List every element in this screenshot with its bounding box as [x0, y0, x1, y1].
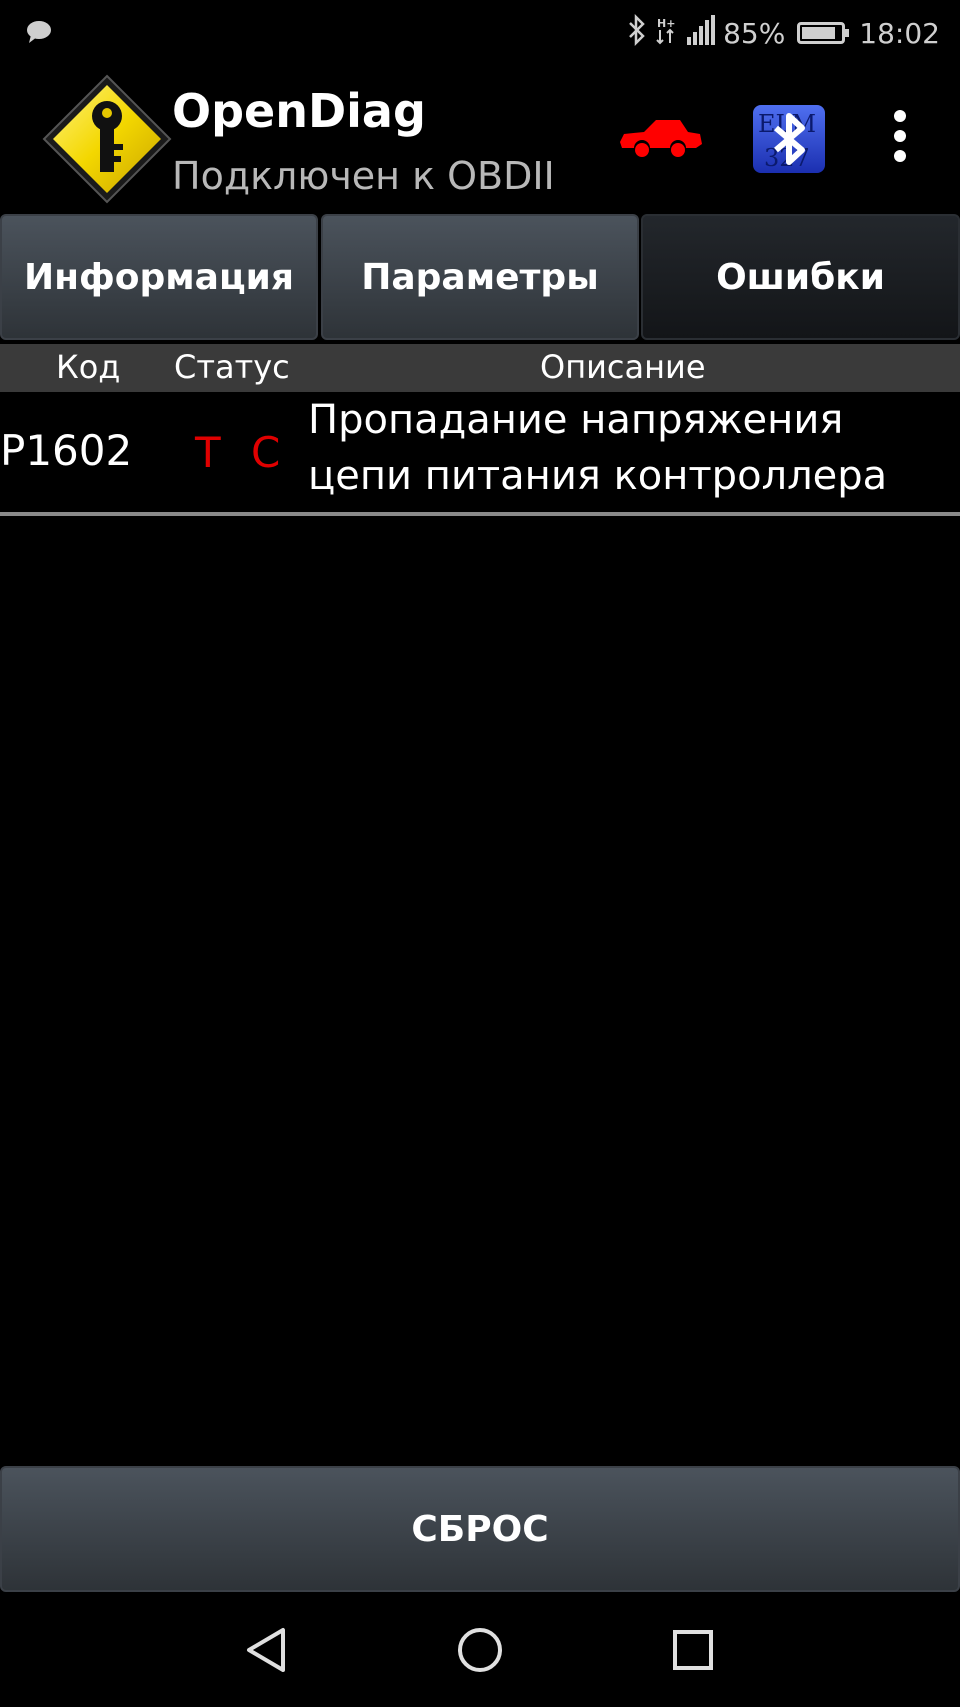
clock: 18:02: [859, 16, 940, 50]
tab-parameters[interactable]: Параметры: [321, 214, 639, 340]
battery-percent: 85%: [723, 16, 786, 50]
row-divider: [0, 512, 960, 516]
table-row[interactable]: P1602 T C Пропадание напряжения цепи пит…: [0, 392, 960, 512]
tab-bar: Информация Параметры Ошибки: [0, 212, 960, 342]
svg-text:H+: H+: [657, 17, 675, 30]
connection-status: Подключен к OBDII: [172, 154, 555, 198]
overflow-menu-icon[interactable]: [880, 108, 920, 164]
bluetooth-icon: [627, 13, 647, 53]
tab-information[interactable]: Информация: [0, 214, 318, 340]
back-icon[interactable]: [229, 1612, 305, 1688]
status-bar: H+ 85% 18:02: [0, 0, 960, 66]
column-header-status: Статус: [174, 348, 290, 386]
signal-icon: [687, 14, 716, 52]
home-icon[interactable]: [442, 1612, 518, 1688]
network-type-icon: H+: [655, 14, 679, 53]
error-code: P1602: [0, 426, 133, 475]
battery-fill: [802, 27, 835, 39]
column-header-code: Код: [56, 348, 121, 386]
error-status-flag: T: [195, 428, 221, 477]
car-icon[interactable]: [616, 114, 706, 160]
column-header-description: Описание: [540, 348, 706, 386]
battery-icon: [797, 22, 850, 44]
elm327-bluetooth-icon[interactable]: ELM 327: [752, 104, 826, 174]
reset-button[interactable]: СБРОС: [0, 1466, 960, 1592]
error-description-line: цепи питания контроллера: [308, 453, 888, 499]
navigation-bar: [0, 1592, 960, 1707]
status-icons: H+ 85% 18:02: [619, 12, 940, 54]
error-description: Пропадание напряжения цепи питания контр…: [308, 392, 958, 504]
table-header: Код Статус Описание: [0, 344, 960, 392]
app-logo-icon: [40, 72, 174, 206]
error-description-line: Пропадание напряжения: [308, 397, 844, 443]
action-bar: OpenDiag Подключен к OBDII ELM 327: [0, 66, 960, 212]
app-title: OpenDiag: [172, 84, 426, 138]
tab-errors[interactable]: Ошибки: [641, 214, 960, 340]
recent-apps-icon[interactable]: [655, 1612, 731, 1688]
error-status-flag: C: [251, 428, 281, 477]
message-icon: [26, 20, 52, 48]
